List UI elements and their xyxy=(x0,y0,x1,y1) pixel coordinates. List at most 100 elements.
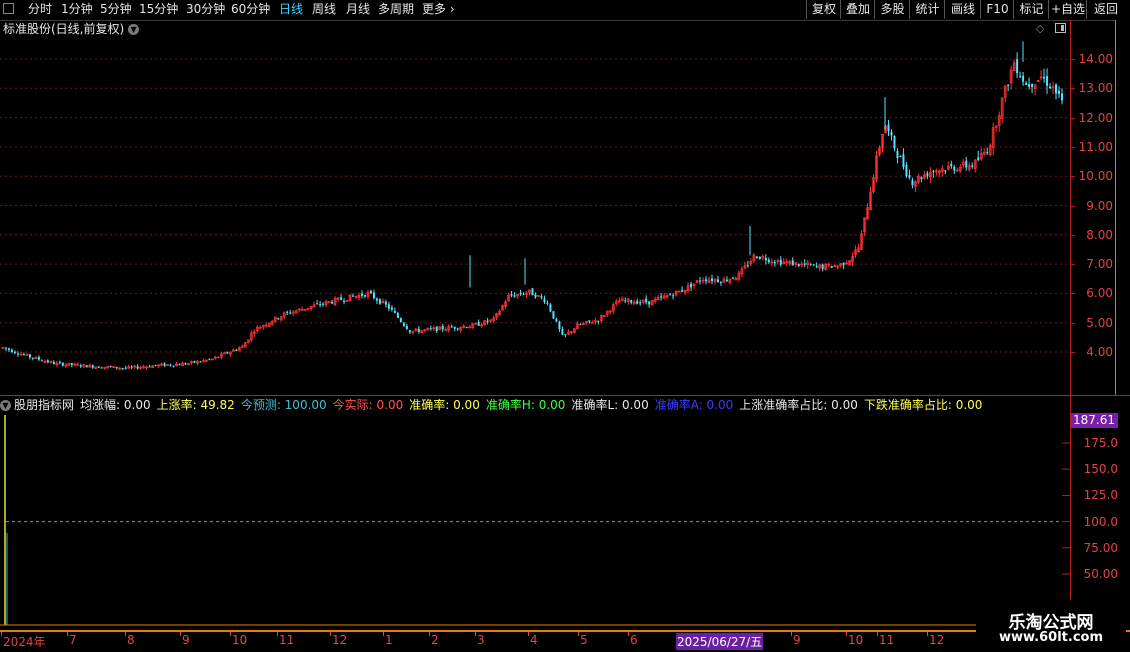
candle-body xyxy=(13,351,16,353)
candle-body xyxy=(85,365,88,368)
period-tab-2[interactable]: 5分钟 xyxy=(100,2,132,17)
candle-body xyxy=(558,321,561,330)
indicator-field-1: 上涨率: 49.82 xyxy=(156,398,235,412)
candle-body xyxy=(893,135,896,149)
candle-body xyxy=(669,294,672,296)
toolbar-button-8[interactable]: 返回 xyxy=(1086,0,1125,19)
period-tab-8[interactable]: 月线 xyxy=(346,2,370,17)
date-label: 12 xyxy=(929,633,945,647)
candle-body xyxy=(319,304,322,306)
indicator-chart[interactable] xyxy=(0,413,1070,628)
price-tick: 8.00 xyxy=(1086,227,1113,242)
period-tab-6[interactable]: 日线 xyxy=(279,2,303,17)
stock-title[interactable]: 标准股份(日线,前复权) ▼ xyxy=(3,21,140,37)
date-label: 1 xyxy=(385,633,393,647)
candle-body xyxy=(375,298,378,301)
tick-mark xyxy=(1071,88,1075,90)
price-tick: 6.00 xyxy=(1086,286,1113,301)
price-tick: 13.00 xyxy=(1078,81,1113,96)
candle-body xyxy=(115,366,118,369)
candle-body xyxy=(417,328,420,333)
candle-body xyxy=(378,299,381,304)
candle-body xyxy=(316,303,319,305)
candle-body xyxy=(705,279,708,282)
candle-body xyxy=(169,364,172,366)
candle-body xyxy=(821,264,824,269)
period-tab-5[interactable]: 60分钟 xyxy=(231,2,270,17)
toolbar-button-0[interactable]: 复权 xyxy=(806,0,841,19)
candle-body xyxy=(16,353,19,355)
diamond-icon[interactable]: ◇ xyxy=(1036,22,1044,35)
candle-body xyxy=(384,301,387,305)
indicator-fields: 均涨幅: 0.00 上涨率: 49.82 今预测: 100.00 今实际: 0.00 准… xyxy=(80,398,988,412)
indicator-field-8: 上涨准确率占比: 0.00 xyxy=(739,398,858,412)
chevron-down-icon[interactable]: ▼ xyxy=(128,24,140,35)
window-square-icon[interactable] xyxy=(3,3,14,14)
period-tab-3[interactable]: 15分钟 xyxy=(139,2,178,17)
candle-body xyxy=(1058,90,1061,94)
candle-body xyxy=(79,365,82,367)
toolbar-button-3[interactable]: 统计 xyxy=(909,0,945,19)
period-tab-7[interactable]: 周线 xyxy=(312,2,336,17)
date-tick xyxy=(1,632,2,636)
candle-body xyxy=(178,364,181,366)
candle-body xyxy=(1043,76,1046,79)
candle-body xyxy=(510,294,513,296)
indicator-field-5: 准确率H: 0.00 xyxy=(485,398,566,412)
candle-body xyxy=(277,318,280,320)
candle-body xyxy=(22,354,25,356)
date-label: 10 xyxy=(232,633,248,647)
candle-body xyxy=(405,326,408,330)
tick-mark xyxy=(1071,293,1075,295)
candle-body xyxy=(1019,75,1022,77)
candle-body xyxy=(486,320,489,322)
indicator-field-4: 准确率: 0.00 xyxy=(409,398,480,412)
indicator-name[interactable]: 股朋指标网 xyxy=(14,398,74,412)
candle-body xyxy=(690,283,693,288)
candle-body xyxy=(746,265,749,267)
candle-body xyxy=(91,365,94,368)
toolbar-button-1[interactable]: 叠加 xyxy=(840,0,875,19)
period-tab-9[interactable]: 多周期 xyxy=(378,2,414,17)
pane-divider[interactable] xyxy=(0,395,1130,396)
side-panel-strip[interactable] xyxy=(1115,20,1130,395)
chevron-down-icon[interactable]: ▼ xyxy=(0,400,11,411)
candle-body xyxy=(408,330,411,333)
period-tab-10[interactable]: 更多 › xyxy=(422,2,455,17)
date-tick xyxy=(429,632,430,636)
candle-body xyxy=(911,179,914,186)
date-label: 4 xyxy=(530,633,538,647)
period-tab-1[interactable]: 1分钟 xyxy=(61,2,93,17)
toolbar-button-4[interactable]: 画线 xyxy=(944,0,981,19)
indicator-field-2: 今预测: 100.00 xyxy=(240,398,327,412)
candle-body xyxy=(681,289,684,292)
candle-body xyxy=(340,297,343,300)
candle-body xyxy=(564,334,567,336)
toolbar-button-5[interactable]: F10 xyxy=(980,0,1014,19)
candle-body xyxy=(531,288,534,296)
candle-body xyxy=(396,312,399,318)
candle-body xyxy=(791,260,794,266)
toolbar-button-7[interactable]: +自选 xyxy=(1048,0,1087,19)
period-tab-4[interactable]: 30分钟 xyxy=(186,2,225,17)
candle-body xyxy=(46,360,49,363)
indicator-tick: 75.00 xyxy=(1083,540,1118,555)
tick-mark xyxy=(1071,59,1075,60)
candle-body xyxy=(579,324,582,326)
candle-body xyxy=(908,175,911,178)
watermark-line2: www.60lt.com xyxy=(998,630,1104,645)
toolbar-button-6[interactable]: 标记 xyxy=(1013,0,1049,19)
date-tick xyxy=(927,632,928,636)
candle-body xyxy=(37,357,40,360)
candle-body xyxy=(588,320,591,322)
candle-body xyxy=(953,166,956,171)
candle-body xyxy=(890,131,893,136)
candle-body xyxy=(100,367,103,369)
toolbar-button-2[interactable]: 多股 xyxy=(874,0,910,19)
candle-body xyxy=(390,307,393,310)
candle-body xyxy=(965,160,968,168)
candle-body xyxy=(289,312,292,314)
period-tab-0[interactable]: 分时 xyxy=(28,2,52,17)
panel-toggle-icon[interactable] xyxy=(1055,23,1066,33)
candlestick-chart[interactable] xyxy=(0,37,1070,395)
